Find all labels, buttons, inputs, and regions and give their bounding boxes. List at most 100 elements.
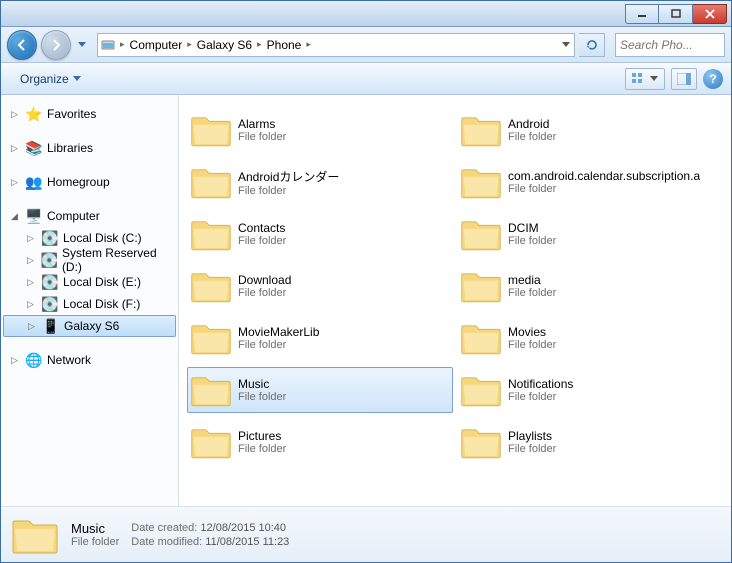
chevron-right-icon[interactable]: ▸ bbox=[255, 39, 264, 50]
expander-icon[interactable]: ▷ bbox=[11, 109, 21, 120]
refresh-button[interactable] bbox=[579, 33, 605, 57]
sidebar-favorites[interactable]: ▷ ⭐ Favorites bbox=[1, 103, 178, 125]
folder-item[interactable]: DownloadFile folder bbox=[187, 263, 453, 309]
breadcrumb-device[interactable]: Galaxy S6 bbox=[194, 34, 255, 56]
address-dropdown[interactable] bbox=[556, 34, 574, 56]
expander-icon[interactable]: ▷ bbox=[28, 321, 38, 332]
expander-icon[interactable]: ▷ bbox=[11, 355, 21, 366]
close-button[interactable] bbox=[693, 4, 727, 24]
folder-type: File folder bbox=[238, 443, 286, 455]
folder-type: File folder bbox=[508, 339, 556, 351]
sidebar-galaxy-s6[interactable]: ▷ 📱 Galaxy S6 bbox=[3, 315, 176, 337]
folder-icon bbox=[190, 320, 232, 356]
folder-name: Download bbox=[238, 273, 291, 287]
sidebar-homegroup[interactable]: ▷ 👥 Homegroup bbox=[1, 171, 178, 193]
expander-icon[interactable]: ▷ bbox=[27, 277, 37, 288]
chevron-right-icon[interactable]: ▸ bbox=[185, 39, 194, 50]
nav-history-dropdown[interactable] bbox=[75, 30, 89, 60]
folder-type: File folder bbox=[508, 131, 556, 143]
details-modified-label: Date modified: bbox=[131, 536, 202, 548]
folder-name: Notifications bbox=[508, 377, 573, 391]
folder-name: Alarms bbox=[238, 117, 286, 131]
folder-type: File folder bbox=[508, 443, 556, 455]
expander-icon[interactable]: ▷ bbox=[11, 177, 21, 188]
search-box[interactable] bbox=[615, 33, 725, 57]
folder-item[interactable]: MoviesFile folder bbox=[457, 315, 723, 361]
content-area[interactable]: AlarmsFile folderAndroidFile folderAndro… bbox=[179, 95, 731, 506]
view-icon bbox=[632, 73, 648, 85]
folder-item[interactable]: AlarmsFile folder bbox=[187, 107, 453, 153]
folder-icon bbox=[190, 112, 232, 148]
folder-item[interactable]: PlaylistsFile folder bbox=[457, 419, 723, 465]
folder-item[interactable]: MusicFile folder bbox=[187, 367, 453, 413]
organize-button[interactable]: Organize bbox=[9, 68, 92, 90]
back-button[interactable] bbox=[7, 30, 37, 60]
folder-icon bbox=[460, 372, 502, 408]
folder-name: Androidカレンダー bbox=[238, 168, 339, 185]
folder-icon bbox=[460, 112, 502, 148]
search-input[interactable] bbox=[616, 38, 724, 52]
drive-icon: 💽 bbox=[41, 229, 59, 247]
preview-pane-button[interactable] bbox=[671, 68, 697, 90]
folder-name: Playlists bbox=[508, 429, 556, 443]
folder-item[interactable]: MovieMakerLibFile folder bbox=[187, 315, 453, 361]
explorer-window: ▸ Computer ▸ Galaxy S6 ▸ Phone ▸ Organiz… bbox=[0, 0, 732, 563]
details-modified-value: 11/08/2015 11:23 bbox=[205, 536, 289, 548]
address-bar[interactable]: ▸ Computer ▸ Galaxy S6 ▸ Phone ▸ bbox=[97, 33, 575, 57]
sidebar-libraries[interactable]: ▷ 📚 Libraries bbox=[1, 137, 178, 159]
sidebar-system-reserved[interactable]: ▷ 💽 System Reserved (D:) bbox=[1, 249, 178, 271]
expander-icon[interactable]: ▷ bbox=[27, 233, 37, 244]
folder-item[interactable]: PicturesFile folder bbox=[187, 419, 453, 465]
arrow-left-icon bbox=[15, 38, 29, 52]
folder-item[interactable]: NotificationsFile folder bbox=[457, 367, 723, 413]
chevron-down-icon bbox=[73, 76, 81, 82]
breadcrumb: ▸ Computer ▸ Galaxy S6 ▸ Phone ▸ bbox=[118, 34, 556, 56]
drive-icon: 💽 bbox=[41, 273, 59, 291]
folder-grid: AlarmsFile folderAndroidFile folderAndro… bbox=[187, 107, 723, 465]
folder-item[interactable]: AndroidカレンダーFile folder bbox=[187, 159, 453, 205]
help-button[interactable]: ? bbox=[703, 69, 723, 89]
folder-icon bbox=[460, 320, 502, 356]
star-icon: ⭐ bbox=[25, 105, 43, 123]
details-type: File folder bbox=[71, 536, 119, 548]
expander-icon[interactable]: ▷ bbox=[27, 255, 37, 266]
chevron-right-icon[interactable]: ▸ bbox=[304, 39, 313, 50]
folder-item[interactable]: mediaFile folder bbox=[457, 263, 723, 309]
folder-item[interactable]: ContactsFile folder bbox=[187, 211, 453, 257]
sidebar-computer[interactable]: ◢ 🖥️ Computer bbox=[1, 205, 178, 227]
sidebar-network[interactable]: ▷ 🌐 Network bbox=[1, 349, 178, 371]
titlebar bbox=[1, 1, 731, 27]
sidebar-favorites-label: Favorites bbox=[47, 107, 96, 121]
minimize-button[interactable] bbox=[625, 4, 659, 24]
chevron-right-icon[interactable]: ▸ bbox=[118, 39, 127, 50]
folder-type: File folder bbox=[238, 235, 286, 247]
expander-icon[interactable]: ▷ bbox=[11, 143, 21, 154]
folder-type: File folder bbox=[238, 391, 286, 403]
folder-item[interactable]: com.android.calendar.subscription.aFile … bbox=[457, 159, 723, 205]
folder-item[interactable]: DCIMFile folder bbox=[457, 211, 723, 257]
sidebar-drive-label: Local Disk (C:) bbox=[63, 231, 142, 245]
refresh-icon bbox=[585, 38, 599, 52]
folder-item[interactable]: AndroidFile folder bbox=[457, 107, 723, 153]
expander-icon[interactable]: ▷ bbox=[27, 299, 37, 310]
folder-name: DCIM bbox=[508, 221, 556, 235]
forward-button[interactable] bbox=[41, 30, 71, 60]
chevron-down-icon bbox=[650, 76, 658, 82]
expander-collapse-icon[interactable]: ◢ bbox=[11, 211, 21, 222]
maximize-button[interactable] bbox=[659, 4, 693, 24]
folder-name: Contacts bbox=[238, 221, 286, 235]
sidebar-local-disk-f[interactable]: ▷ 💽 Local Disk (F:) bbox=[1, 293, 178, 315]
view-options-button[interactable] bbox=[625, 68, 665, 90]
location-icon bbox=[98, 38, 118, 52]
homegroup-icon: 👥 bbox=[25, 173, 43, 191]
toolbar: Organize ? bbox=[1, 63, 731, 95]
sidebar-libraries-label: Libraries bbox=[47, 141, 93, 155]
folder-name: Pictures bbox=[238, 429, 286, 443]
breadcrumb-phone[interactable]: Phone bbox=[264, 34, 305, 56]
arrow-right-icon bbox=[49, 38, 63, 52]
breadcrumb-computer[interactable]: Computer bbox=[127, 34, 186, 56]
folder-name: Android bbox=[508, 117, 556, 131]
folder-type: File folder bbox=[508, 183, 700, 195]
folder-type: File folder bbox=[508, 287, 556, 299]
sidebar-local-disk-e[interactable]: ▷ 💽 Local Disk (E:) bbox=[1, 271, 178, 293]
